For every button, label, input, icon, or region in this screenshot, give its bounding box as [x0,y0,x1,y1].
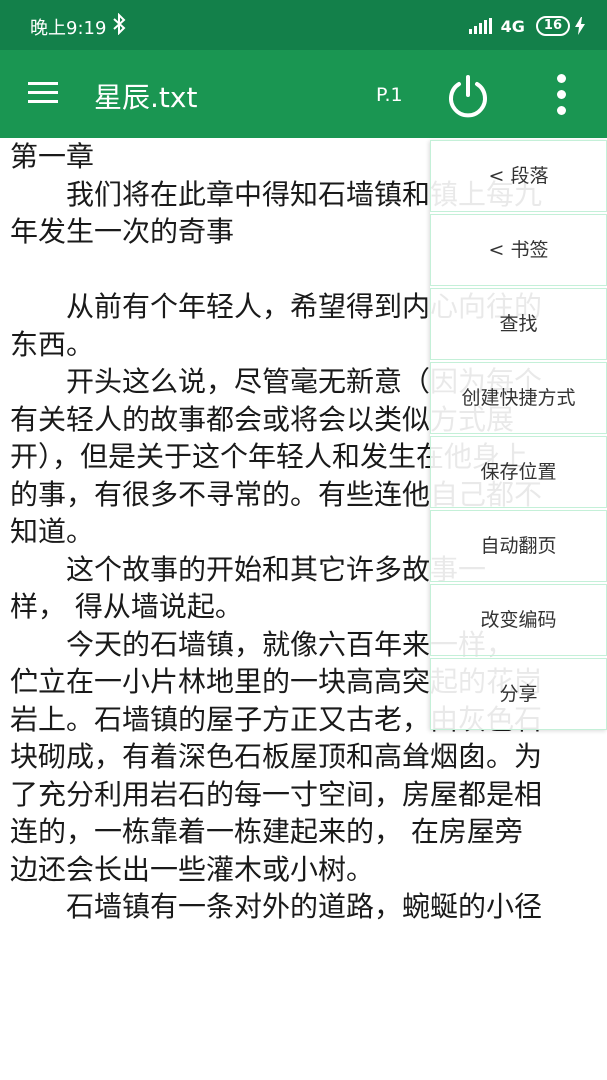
bluetooth-icon [113,13,126,35]
more-vert-icon[interactable] [550,74,572,116]
menu-item-auto-page[interactable]: 自动翻页 [430,510,607,582]
text-line: 连的，一栋靠着一栋建起来的， 在房屋旁 [10,815,523,848]
battery-level: 16 [543,18,562,33]
status-time: 晚上9:19 [30,18,107,39]
file-title: 星辰.txt [94,81,198,114]
status-bar: 晚上9:19 4G 16 [0,0,607,50]
page-indicator[interactable]: P.1 [376,84,403,106]
menu-item-paragraph[interactable]: < 段落 [430,140,607,212]
network-type: 4G [500,16,525,36]
menu-item-save-position[interactable]: 保存位置 [430,436,607,508]
menu-item-create-shortcut[interactable]: 创建快捷方式 [430,362,607,434]
menu-item-find[interactable]: 查找 [430,288,607,360]
battery-icon: 16 [535,16,570,36]
power-icon[interactable] [445,73,491,119]
app-bar: 星辰.txt P.1 [0,50,607,138]
text-line: 了充分利用岩石的每一寸空间，房屋都是相 [10,777,543,811]
charging-icon [575,17,585,35]
menu-item-bookmark[interactable]: < 书签 [430,214,607,286]
overflow-menu: < 段落 < 书签 查找 创建快捷方式 保存位置 自动翻页 改变编码 分享 [430,140,607,730]
menu-item-change-encoding[interactable]: 改变编码 [430,584,607,656]
menu-icon[interactable] [28,82,58,104]
text-line: 石墙镇有一条对外的道路，蜿蜒的小径 [10,890,543,923]
signal-icon [468,18,492,34]
text-line: 块砌成，有着深色石板屋顶和高耸烟囱。为 [10,740,543,773]
status-indicators: 4G 16 [468,14,585,38]
menu-item-share[interactable]: 分享 [430,658,607,730]
text-line: 边还会长出一些灌木或小树。 [10,852,375,886]
